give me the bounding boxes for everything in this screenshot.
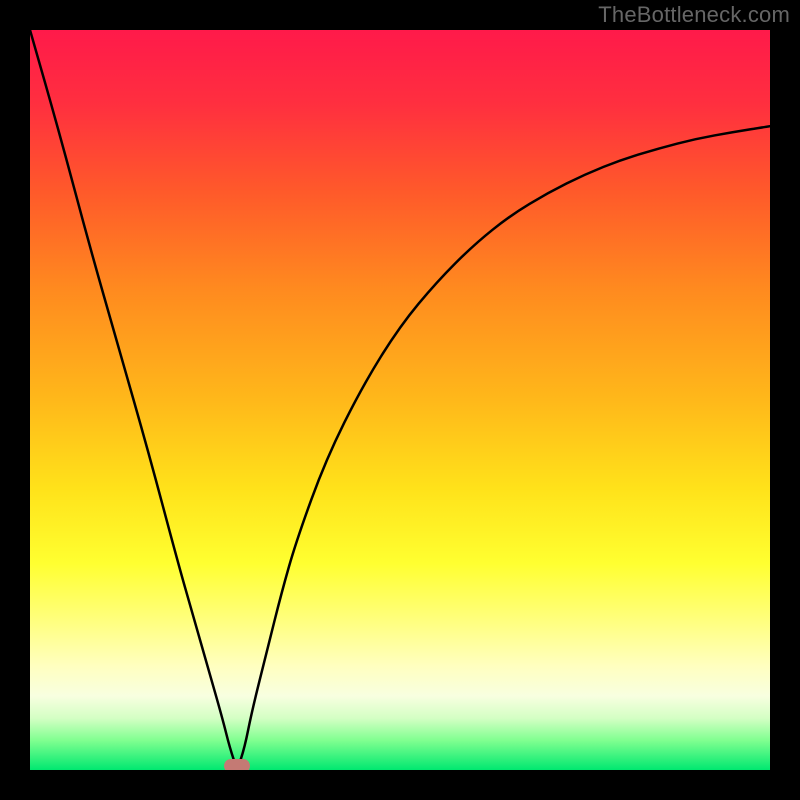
chart-frame: TheBottleneck.com [0,0,800,800]
watermark-text: TheBottleneck.com [598,2,790,28]
background-rect [30,30,770,770]
chart-svg [30,30,770,770]
plot-area [30,30,770,770]
minimum-marker [224,759,250,770]
